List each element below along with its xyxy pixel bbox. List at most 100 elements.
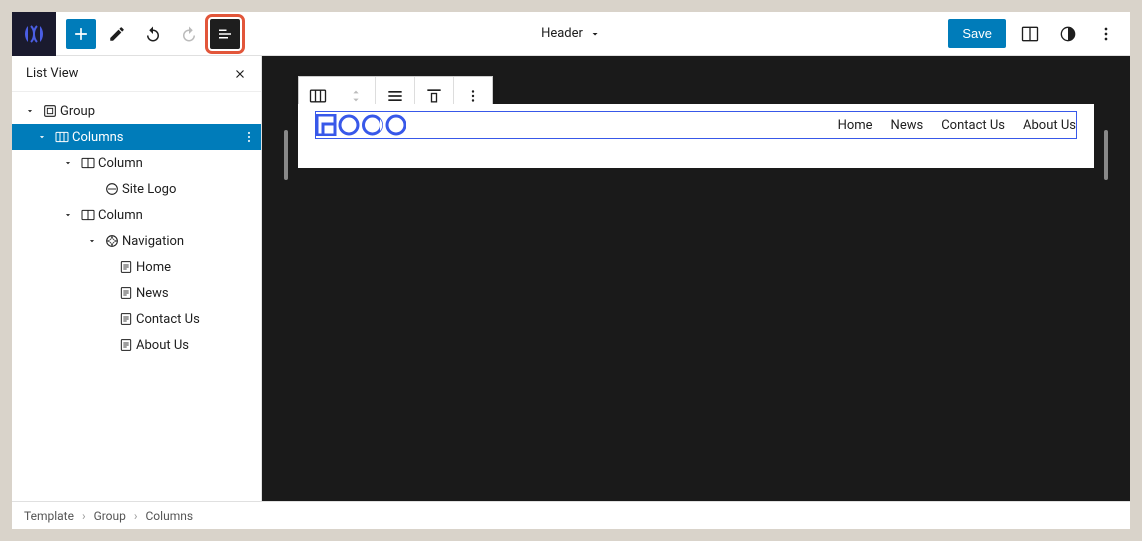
breadcrumb-separator: ›: [82, 509, 86, 523]
tree-toggle[interactable]: [58, 210, 78, 220]
breadcrumb-item[interactable]: Group: [94, 509, 126, 523]
block-options-button[interactable]: [454, 87, 492, 105]
header-block[interactable]: Home News Contact Us About Us: [298, 104, 1094, 168]
tree-item-nav-about[interactable]: About Us: [12, 332, 261, 358]
page-icon: [116, 311, 136, 327]
pencil-icon: [108, 25, 126, 43]
navigation-block[interactable]: Home News Contact Us About Us: [838, 118, 1076, 133]
tree-label: Columns: [72, 130, 237, 145]
app-frame: Header Save List View: [12, 12, 1130, 529]
sidebar-panel-icon: [1020, 24, 1040, 44]
more-vertical-icon: [1096, 24, 1116, 44]
styles-button[interactable]: [1054, 20, 1082, 48]
breadcrumb-item[interactable]: Template: [24, 509, 74, 523]
chevron-down-icon: [87, 236, 97, 246]
redo-button[interactable]: [174, 19, 204, 49]
tree-toggle[interactable]: [58, 158, 78, 168]
document-title-dropdown[interactable]: Header: [541, 26, 601, 41]
chevron-down-icon: [589, 28, 601, 40]
resize-handle-right[interactable]: [1104, 130, 1108, 180]
undo-icon: [144, 25, 162, 43]
tree-label: Column: [98, 208, 261, 223]
sidebar-title: List View: [26, 66, 78, 81]
tree-item-column[interactable]: Column: [12, 150, 261, 176]
tree-item-group[interactable]: Group: [12, 98, 261, 124]
tree-item-nav-home[interactable]: Home: [12, 254, 261, 280]
breadcrumb-separator: ›: [134, 509, 138, 523]
tree-label: Home: [136, 260, 261, 275]
chevron-down-icon: [63, 158, 73, 168]
tree-toggle[interactable]: [20, 106, 40, 116]
page-icon: [116, 259, 136, 275]
nav-link-home[interactable]: Home: [838, 118, 873, 133]
group-icon: [40, 103, 60, 119]
breadcrumb-item[interactable]: Columns: [146, 509, 194, 523]
redo-icon: [180, 25, 198, 43]
chevron-down-icon: [25, 106, 35, 116]
block-tree: Group Columns Column Site Logo: [12, 92, 261, 364]
tree-item-navigation[interactable]: Navigation: [12, 228, 261, 254]
contrast-icon: [1058, 24, 1078, 44]
resize-handle-left[interactable]: [284, 130, 288, 180]
editor-canvas[interactable]: Home News Contact Us About Us: [262, 56, 1130, 501]
edit-mode-button[interactable]: [102, 19, 132, 49]
main-area: List View Group Columns: [12, 56, 1130, 501]
tree-item-column[interactable]: Column: [12, 202, 261, 228]
site-logo-icon: [102, 181, 122, 197]
tree-label: Group: [60, 104, 261, 119]
tree-label: Navigation: [122, 234, 261, 249]
chevron-down-icon: [37, 132, 47, 142]
tree-item-nav-news[interactable]: News: [12, 280, 261, 306]
vertical-align-icon: [424, 86, 444, 106]
plus-icon: [71, 24, 91, 44]
options-button[interactable]: [1092, 20, 1120, 48]
view-button[interactable]: [1016, 20, 1044, 48]
block-align-button[interactable]: [376, 86, 414, 106]
tree-toggle[interactable]: [82, 236, 102, 246]
move-updown-icon: [348, 88, 364, 104]
close-sidebar-button[interactable]: [233, 67, 247, 81]
nav-link-contact[interactable]: Contact Us: [941, 118, 1005, 133]
save-button[interactable]: Save: [948, 19, 1006, 48]
nav-link-about[interactable]: About Us: [1023, 118, 1076, 133]
breadcrumb: Template › Group › Columns: [12, 501, 1130, 529]
navigation-icon: [102, 233, 122, 249]
tree-label: Site Logo: [122, 182, 261, 197]
columns-icon: [52, 129, 72, 145]
block-type-button[interactable]: [299, 86, 337, 106]
site-logo-mark[interactable]: [12, 12, 56, 56]
columns-block[interactable]: Home News Contact Us About Us: [316, 112, 1076, 138]
list-view-sidebar: List View Group Columns: [12, 56, 262, 501]
add-block-button[interactable]: [66, 19, 96, 49]
tree-item-site-logo[interactable]: Site Logo: [12, 176, 261, 202]
tree-item-nav-contact[interactable]: Contact Us: [12, 306, 261, 332]
top-toolbar: Header Save: [12, 12, 1130, 56]
tree-item-options[interactable]: [237, 129, 261, 145]
tree-label: News: [136, 286, 261, 301]
more-vertical-icon: [464, 87, 482, 105]
toolbar-left-group: [56, 19, 240, 49]
sidebar-header: List View: [12, 56, 261, 92]
tree-label: Contact Us: [136, 312, 261, 327]
nav-link-news[interactable]: News: [891, 118, 924, 133]
undo-button[interactable]: [138, 19, 168, 49]
page-icon: [116, 285, 136, 301]
column-icon: [78, 207, 98, 223]
tree-label: About Us: [136, 338, 261, 353]
close-icon: [233, 67, 247, 81]
tree-toggle[interactable]: [32, 132, 52, 142]
block-vertical-align-button[interactable]: [415, 86, 453, 106]
block-move-button[interactable]: [337, 88, 375, 104]
chevron-down-icon: [63, 210, 73, 220]
site-logo-block[interactable]: [316, 114, 406, 136]
list-view-icon: [216, 25, 234, 43]
list-view-button[interactable]: [210, 19, 240, 49]
align-icon: [385, 86, 405, 106]
toolbar-right-group: Save: [948, 19, 1130, 48]
document-title: Header: [541, 26, 583, 41]
more-vertical-icon: [241, 129, 257, 145]
column-icon: [78, 155, 98, 171]
logo-glyphs-icon: [316, 114, 406, 136]
tree-item-columns[interactable]: Columns: [12, 124, 261, 150]
tree-label: Column: [98, 156, 261, 171]
